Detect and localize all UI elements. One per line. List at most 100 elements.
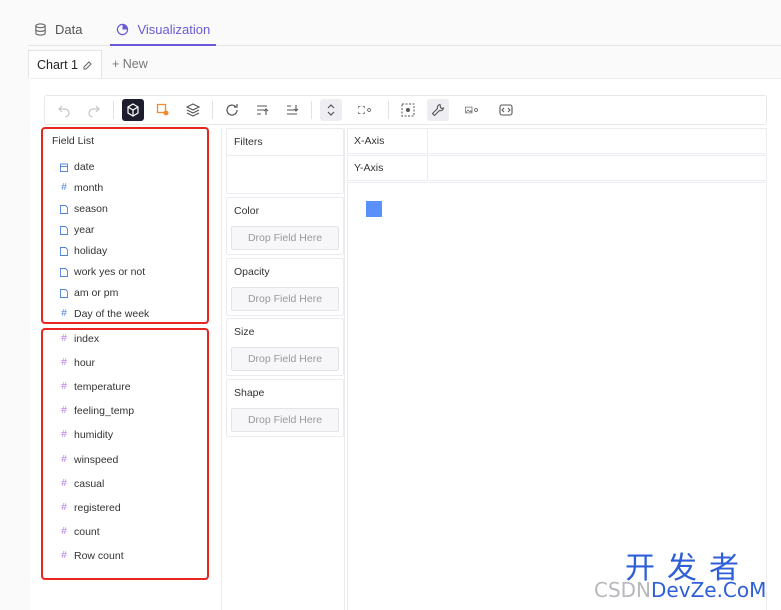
calendar-icon	[60, 162, 68, 172]
y-axis-shelf[interactable]: Y-Axis	[347, 155, 767, 181]
sort-ascending-button[interactable]	[251, 99, 273, 121]
new-chart-button[interactable]: + New	[102, 50, 158, 78]
refresh-icon	[226, 104, 238, 116]
measure-icon: #	[61, 502, 67, 513]
filters-section: Filters	[226, 128, 344, 194]
filters-drop-zone[interactable]	[227, 155, 343, 193]
field-list-title: Field List	[52, 135, 95, 147]
tab-data-label: Data	[55, 22, 83, 37]
measure-icon: #	[61, 333, 67, 344]
field-item-season[interactable]: season	[60, 202, 108, 216]
mark-type-button[interactable]	[152, 99, 174, 121]
field-item-feeling-temp[interactable]: # feeling_temp	[60, 404, 134, 418]
shape-title: Shape	[234, 387, 265, 399]
field-item-work-yes-or-not[interactable]: work yes or not	[60, 265, 145, 279]
field-label: date	[74, 161, 95, 173]
x-axis-label: X-Axis	[348, 129, 428, 153]
wrench-button[interactable]	[427, 99, 449, 121]
geom-mode-button[interactable]	[122, 99, 144, 121]
field-label: year	[74, 224, 95, 236]
toolbar	[44, 95, 767, 125]
field-item-winspeed[interactable]: # winspeed	[60, 453, 118, 467]
measure-icon: #	[61, 550, 67, 561]
field-item-month[interactable]: # month	[60, 181, 103, 195]
field-label: Day of the week	[74, 308, 150, 320]
chart-tab-current[interactable]: Chart 1	[28, 50, 102, 78]
field-label: season	[74, 203, 108, 215]
color-drop-zone[interactable]: Drop Field Here	[231, 226, 339, 250]
sort-descending-button[interactable]	[281, 99, 303, 121]
watermark-prefix: CSDN	[594, 578, 652, 602]
filters-title: Filters	[234, 136, 263, 148]
field-item-row-count[interactable]: # Row count	[60, 549, 124, 563]
field-item-count[interactable]: # count	[60, 525, 99, 539]
chart-mark[interactable]	[366, 201, 382, 217]
watermark-en: CSDNDevZe.CoM	[594, 578, 766, 602]
stack-toggle-button[interactable]	[320, 99, 342, 121]
opacity-section: Opacity Drop Field Here	[226, 258, 344, 316]
field-label: month	[74, 182, 104, 194]
field-label: work yes or not	[74, 266, 146, 278]
text-field-icon	[60, 246, 68, 256]
code-button[interactable]	[495, 99, 517, 121]
field-label: index	[74, 333, 100, 345]
database-icon	[35, 23, 46, 36]
number-field-icon: #	[61, 308, 67, 319]
field-label: am or pm	[74, 287, 119, 299]
layers-button[interactable]	[182, 99, 204, 121]
size-title: Size	[234, 326, 255, 338]
stack-toggle-icon	[327, 104, 335, 116]
field-item-day-of-the-week[interactable]: # Day of the week	[60, 307, 149, 321]
measure-icon: #	[61, 381, 67, 392]
toolbar-separator	[113, 101, 114, 119]
shape-section: Shape Drop Field Here	[226, 379, 344, 437]
field-label: casual	[74, 478, 105, 490]
size-drop-zone[interactable]: Drop Field Here	[231, 347, 339, 371]
y-axis-label: Y-Axis	[348, 156, 428, 180]
tab-visualization[interactable]: Visualization	[110, 14, 217, 46]
edit-icon[interactable]	[83, 60, 93, 70]
field-item-casual[interactable]: # casual	[60, 477, 104, 491]
redo-icon	[88, 105, 100, 117]
brush-select-button[interactable]	[397, 99, 419, 121]
field-label: Row count	[74, 550, 124, 562]
text-field-icon	[60, 288, 68, 298]
toolbar-separator	[212, 101, 213, 119]
field-item-index[interactable]: # index	[60, 332, 99, 346]
field-item-registered[interactable]: # registered	[60, 501, 120, 515]
redo-button[interactable]	[83, 99, 105, 121]
color-title: Color	[234, 205, 260, 217]
measure-icon: #	[61, 478, 67, 489]
size-section: Size Drop Field Here	[226, 318, 344, 376]
text-field-icon	[60, 204, 68, 214]
field-item-humidity[interactable]: # humidity	[60, 428, 113, 442]
field-item-year[interactable]: year	[60, 223, 94, 237]
x-axis-shelf[interactable]: X-Axis	[347, 128, 767, 154]
color-section: Color Drop Field Here	[226, 197, 344, 255]
measure-icon: #	[61, 526, 67, 537]
field-label: hour	[74, 357, 96, 369]
watermark-brand: DevZe.CoM	[651, 578, 767, 602]
field-label: humidity	[74, 429, 114, 441]
field-item-am-or-pm[interactable]: am or pm	[60, 286, 118, 300]
text-field-icon	[60, 267, 68, 277]
refresh-button[interactable]	[221, 99, 243, 121]
measure-icon: #	[61, 454, 67, 465]
field-label: winspeed	[74, 454, 119, 466]
shape-drop-zone[interactable]: Drop Field Here	[231, 408, 339, 432]
undo-button[interactable]	[53, 99, 75, 121]
measure-icon: #	[61, 429, 67, 440]
chart-tab-label: Chart 1	[37, 57, 78, 72]
number-field-icon: #	[61, 182, 67, 193]
tab-data[interactable]: Data	[28, 14, 88, 45]
encoding-panel: Filters Color Drop Field Here Opacity Dr…	[225, 128, 345, 610]
image-export-button[interactable]	[457, 99, 487, 121]
scale-settings-button[interactable]	[350, 99, 380, 121]
field-item-temperature[interactable]: # temperature	[60, 380, 130, 394]
field-item-hour[interactable]: # hour	[60, 356, 95, 370]
image-export-icon	[465, 106, 478, 114]
field-item-date[interactable]: date	[60, 160, 94, 174]
top-tab-bar: Data Visualization	[28, 14, 781, 46]
opacity-drop-zone[interactable]: Drop Field Here	[231, 287, 339, 311]
field-item-holiday[interactable]: holiday	[60, 244, 107, 258]
